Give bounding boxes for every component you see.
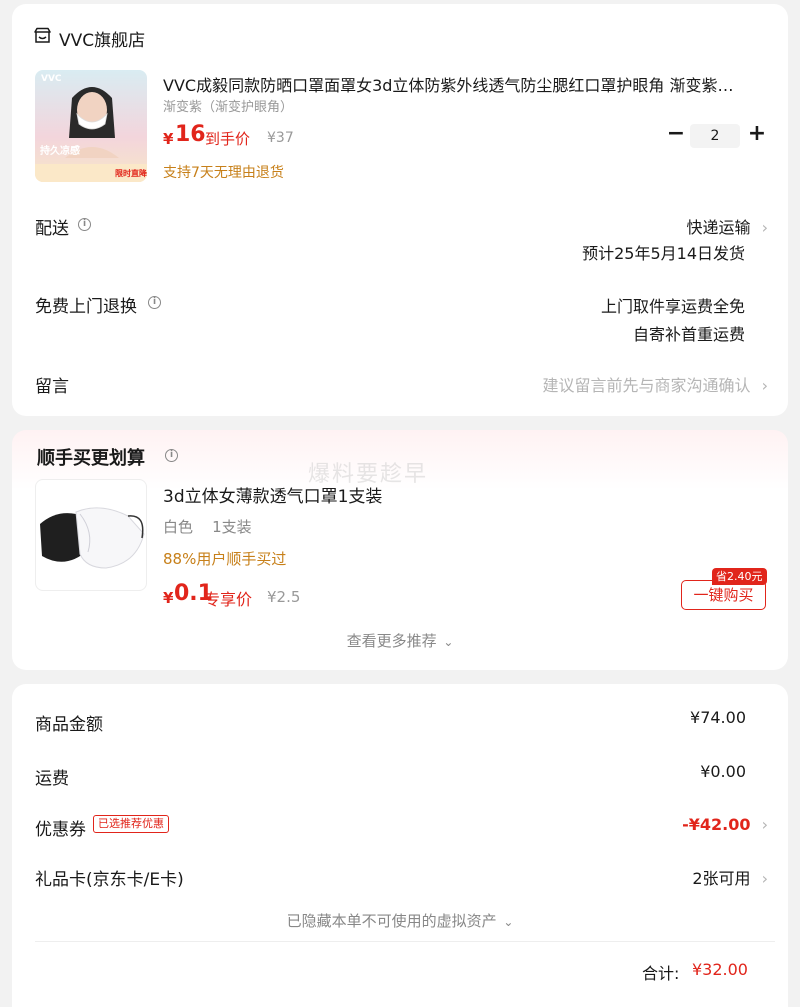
total-value: ¥32.00 xyxy=(692,960,748,979)
store-card: VVC旗舰店 VVC 持久凉感 限时直降 VVC成毅同款防晒口罩面罩女3d立体防… xyxy=(12,4,788,416)
chevron-down-icon: ⌄ xyxy=(503,915,514,929)
delivery-method-row[interactable]: 快递运输 › xyxy=(512,214,768,238)
hidden-assets-toggle[interactable]: 已隐藏本单不可使用的虚拟资产 ⌄ xyxy=(12,910,788,931)
addon-price-currency: ¥ xyxy=(163,589,174,607)
quantity-input[interactable]: 2 xyxy=(690,124,740,148)
price-currency: ¥ xyxy=(163,130,174,148)
quantity-decrease-button[interactable]: − xyxy=(665,123,687,147)
addon-card: 顺手买更划算 i 爆料要趁早 3d立体女薄款透气口罩1支装 白色 1支装 88%… xyxy=(12,430,788,670)
save-badge: 省2.40元 xyxy=(712,568,767,585)
chevron-down-icon: ⌄ xyxy=(443,635,454,649)
chevron-right-icon: › xyxy=(761,815,768,834)
addon-product-name[interactable]: 3d立体女薄款透气口罩1支装 xyxy=(163,482,382,507)
chevron-right-icon: › xyxy=(761,376,768,395)
shipping-fee-value: ¥0.00 xyxy=(700,762,746,781)
thumb-caption: 持久凉感 xyxy=(40,146,80,157)
chevron-right-icon: › xyxy=(761,869,768,888)
store-name[interactable]: VVC旗舰店 xyxy=(59,26,145,51)
gift-card-label: 礼品卡(京东卡/E卡) xyxy=(35,870,184,890)
free-return-line1: 上门取件享运费全免 xyxy=(600,297,745,316)
thumb-badge: 限时直降 xyxy=(115,169,147,178)
addon-original-price: ¥2.5 xyxy=(267,588,301,606)
order-summary-card: 商品金额 ¥74.00 运费 ¥0.00 优惠券 已选推荐优惠 -¥42.00 … xyxy=(12,684,788,1007)
addon-product-spec: 白色 1支装 xyxy=(163,518,252,536)
coupon-recommended-badge: 已选推荐优惠 xyxy=(93,815,169,833)
addon-social-proof: 88%用户顺手买过 xyxy=(163,550,287,568)
more-recommendations-label: 查看更多推荐 xyxy=(346,632,437,650)
addon-section-title: 顺手买更划算 xyxy=(37,448,145,469)
free-return-label: 免费上门退换 xyxy=(35,297,137,317)
message-input[interactable]: 建议留言前先与商家沟通确认 › xyxy=(412,372,768,396)
delivery-eta: 预计25年5月14日发货 xyxy=(582,244,745,263)
hidden-assets-label: 已隐藏本单不可使用的虚拟资产 xyxy=(286,912,497,930)
addon-info-icon[interactable]: i xyxy=(165,449,178,462)
coupon-value: -¥42.00 xyxy=(682,815,751,834)
total-label: 合计: xyxy=(642,964,680,983)
chevron-right-icon: › xyxy=(761,218,768,237)
product-price: 16 xyxy=(175,122,206,147)
store-icon xyxy=(34,27,51,43)
addon-price-tag: 专享价 xyxy=(204,590,253,609)
delivery-info-icon[interactable]: i xyxy=(78,218,91,231)
more-recommendations-link[interactable]: 查看更多推荐 ⌄ xyxy=(12,630,788,651)
goods-amount-label: 商品金额 xyxy=(35,715,103,735)
mask-illustration xyxy=(40,507,145,569)
free-return-info-icon[interactable]: i xyxy=(148,296,161,309)
product-spec[interactable]: 渐变紫（渐变护眼角） xyxy=(163,96,293,115)
goods-amount-value: ¥74.00 xyxy=(690,708,746,727)
coupon-label: 优惠券 xyxy=(35,820,86,840)
delivery-label: 配送 xyxy=(35,219,69,239)
delivery-method: 快递运输 xyxy=(686,218,751,237)
addon-product-image[interactable] xyxy=(35,479,147,591)
price-tag: 到手价 xyxy=(205,130,251,148)
quantity-increase-button[interactable]: + xyxy=(746,123,768,147)
product-image[interactable]: VVC 持久凉感 限时直降 xyxy=(35,70,147,182)
gift-card-row[interactable]: 2张可用 › xyxy=(572,865,768,889)
original-price: ¥37 xyxy=(267,130,294,146)
message-placeholder: 建议留言前先与商家沟通确认 xyxy=(542,376,751,395)
gift-card-value: 2张可用 xyxy=(692,869,751,888)
shipping-fee-label: 运费 xyxy=(35,769,69,789)
return-policy-note: 支持7天无理由退货 xyxy=(163,165,284,181)
message-label: 留言 xyxy=(35,377,69,397)
coupon-row[interactable]: -¥42.00 › xyxy=(572,815,768,834)
free-return-line2: 自寄补首重运费 xyxy=(632,325,745,344)
divider xyxy=(35,941,775,942)
product-title[interactable]: VVC成毅同款防晒口罩面罩女3d立体防紫外线透气防尘腮红口罩护眼角 渐变紫… xyxy=(163,72,768,96)
